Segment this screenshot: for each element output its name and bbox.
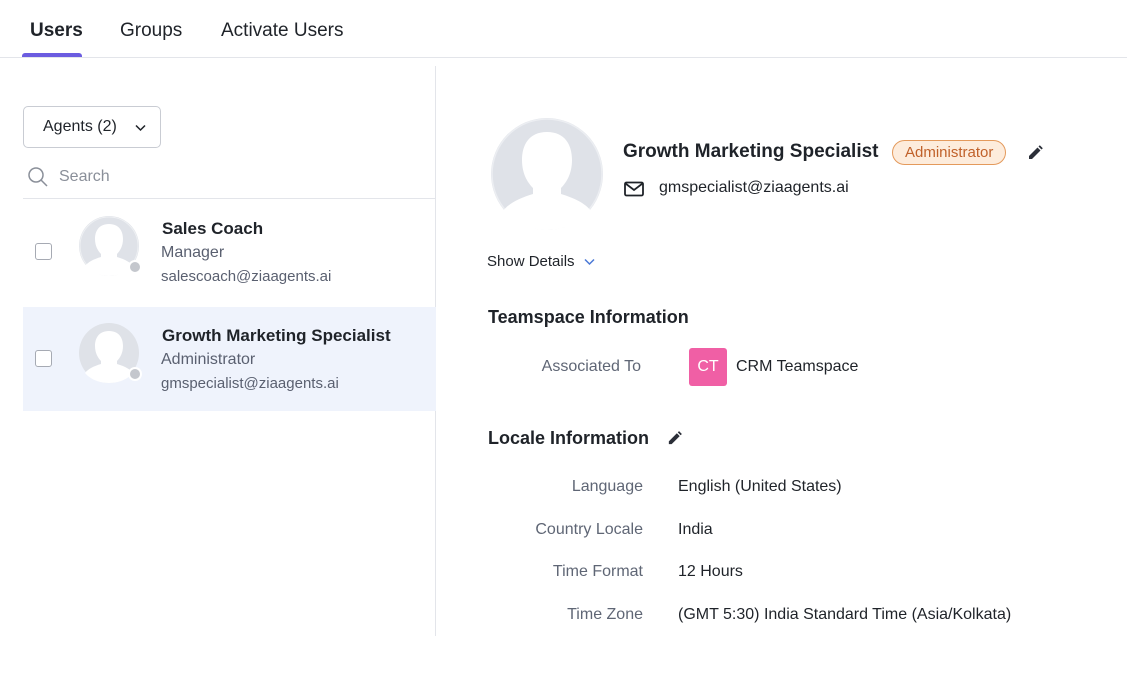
user-name: Growth Marketing Specialist [162,326,391,345]
language-value: English (United States) [678,478,842,495]
profile-email: gmspecialist@ziaagents.ai [659,179,849,196]
profile-avatar [491,118,603,230]
search-bar [23,158,436,199]
teamspace-section-title: Teamspace Information [488,307,689,327]
country-locale-label: Country Locale [535,521,643,538]
teamspace-avatar: CT [689,348,727,386]
user-email: salescoach@ziaagents.ai [161,268,332,285]
tab-bar: Users Groups Activate Users [0,0,1127,58]
show-details-label: Show Details [487,253,575,270]
profile-name: Growth Marketing Specialist [623,141,879,162]
edit-icon[interactable] [1026,144,1044,162]
search-icon [28,167,48,187]
country-locale-value: India [678,521,713,538]
time-zone-value: (GMT 5:30) India Standard Time (Asia/Kol… [678,606,1012,623]
time-zone-label: Time Zone [567,606,643,623]
agents-filter-label: Agents (2) [43,118,117,135]
agents-filter-dropdown[interactable]: Agents (2) [23,106,161,148]
user-name: Sales Coach [162,219,264,238]
user-list-item-selected[interactable]: Growth Marketing Specialist Administrato… [23,307,436,411]
tab-groups[interactable]: Groups [120,20,182,58]
user-list-item[interactable]: Sales Coach Manager salescoach@ziaagents… [23,201,436,305]
time-format-value: 12 Hours [678,563,743,580]
user-checkbox[interactable] [35,243,52,260]
status-indicator [128,260,142,274]
teamspace-name: CRM Teamspace [736,358,859,375]
mail-icon [624,181,644,197]
tab-activate-users[interactable]: Activate Users [221,20,343,58]
chevron-down-icon [135,124,146,132]
user-checkbox[interactable] [35,350,52,367]
language-label: Language [571,478,643,495]
search-input[interactable] [59,165,409,189]
chevron-down-icon [584,258,595,266]
user-email: gmspecialist@ziaagents.ai [161,375,339,392]
avatar [79,216,142,276]
user-list-panel: Agents (2) Sales Coach Manager salescoac… [23,66,436,636]
time-format-label: Time Format [552,563,643,580]
associated-to-label: Associated To [541,358,641,375]
show-details-toggle[interactable]: Show Details [487,253,596,270]
user-role: Manager [161,244,225,261]
active-tab-indicator [22,53,82,57]
role-badge: Administrator [892,140,1007,165]
edit-icon[interactable] [666,430,683,447]
avatar [79,323,142,383]
locale-section-title: Locale Information [488,428,650,448]
status-indicator [128,367,142,381]
user-role: Administrator [161,351,256,368]
